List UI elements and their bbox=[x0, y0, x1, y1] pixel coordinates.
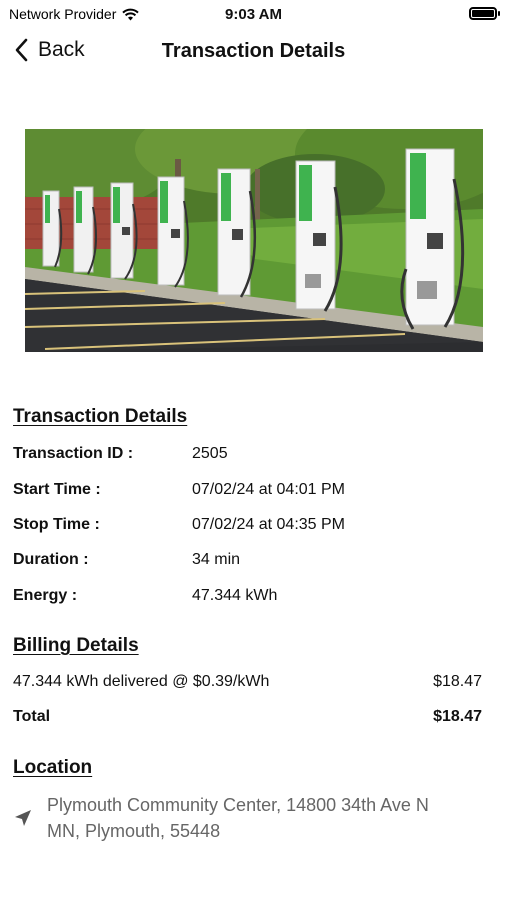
transaction-id-label: Transaction ID : bbox=[13, 445, 134, 462]
duration-label: Duration : bbox=[13, 551, 89, 568]
billing-details-heading: Billing Details bbox=[13, 635, 139, 656]
nav-bar: Back Transaction Details bbox=[0, 34, 507, 74]
status-bar: Network Provider 9:03 AM bbox=[0, 0, 507, 28]
start-time-value: 07/02/24 at 04:01 PM bbox=[192, 481, 345, 498]
start-time-label: Start Time : bbox=[13, 481, 101, 498]
billing-line-amount: $18.47 bbox=[433, 673, 482, 690]
address-text: Plymouth Community Center, 14800 34th Av… bbox=[47, 792, 429, 844]
location-heading: Location bbox=[13, 757, 93, 778]
total-amount: $18.47 bbox=[433, 708, 482, 725]
energy-value: 47.344 kWh bbox=[192, 587, 278, 604]
total-label: Total bbox=[13, 708, 51, 725]
stop-time-label: Stop Time : bbox=[13, 516, 100, 533]
location-address[interactable]: Plymouth Community Center, 14800 34th Av… bbox=[13, 792, 483, 844]
billing-line-description: 47.344 kWh delivered @ $0.39/kWh bbox=[13, 673, 270, 690]
transaction-details-heading: Transaction Details bbox=[13, 406, 188, 427]
charging-station-image bbox=[25, 129, 483, 352]
location-arrow-icon bbox=[15, 810, 31, 826]
duration-value: 34 min bbox=[192, 551, 241, 568]
address-line-1: Plymouth Community Center, 14800 34th Av… bbox=[47, 795, 429, 815]
transaction-id-value: 2505 bbox=[192, 445, 228, 462]
address-line-2: MN, Plymouth, 55448 bbox=[47, 821, 221, 841]
page-title: Transaction Details bbox=[161, 40, 346, 62]
battery-icon bbox=[469, 7, 500, 20]
status-time: 9:03 AM bbox=[225, 6, 282, 23]
stop-time-value: 07/02/24 at 04:35 PM bbox=[192, 516, 345, 533]
energy-label: Energy : bbox=[13, 587, 78, 604]
